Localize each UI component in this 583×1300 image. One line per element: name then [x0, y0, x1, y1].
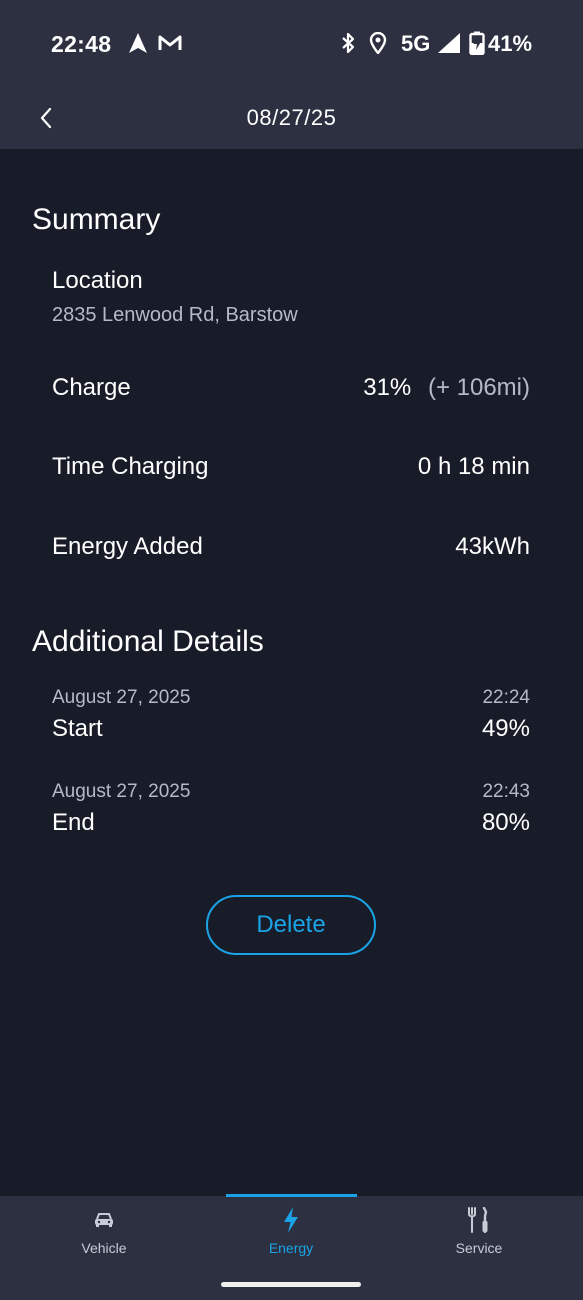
charge-label: Charge — [52, 374, 131, 401]
page-title: 08/27/25 — [246, 105, 337, 130]
bluetooth-icon — [335, 30, 361, 56]
signal-icon — [436, 30, 462, 56]
car-icon — [7, 1206, 201, 1234]
end-label: End — [52, 809, 95, 836]
end-date: August 27, 2025 — [52, 781, 191, 802]
battery-charging-icon — [464, 30, 490, 56]
home-indicator[interactable] — [221, 1282, 361, 1287]
energy-added-value: 43kWh — [455, 533, 530, 560]
network-type: 5G — [401, 31, 431, 56]
nav-energy[interactable]: Energy — [194, 1196, 388, 1286]
nav-vehicle-label: Vehicle — [81, 1240, 127, 1256]
energy-added-label: Energy Added — [52, 533, 203, 560]
gmail-icon — [157, 30, 183, 56]
start-value: 49% — [481, 715, 530, 742]
time-charging-value: 0 h 18 min — [417, 453, 530, 480]
charge-range: (+ 106mi) — [427, 374, 530, 401]
bottom-nav: Vehicle Energy Service — [0, 1194, 583, 1300]
nav-energy-label: Energy — [268, 1240, 314, 1256]
end-time: 22:43 — [482, 781, 530, 802]
battery-percent: 41% — [488, 31, 533, 56]
time-charging-label: Time Charging — [52, 453, 209, 480]
start-time: 22:24 — [482, 687, 530, 708]
start-date: August 27, 2025 — [52, 687, 191, 708]
location-label: Location — [52, 267, 143, 294]
delete-button[interactable]: Delete — [206, 895, 376, 955]
location-icon — [365, 30, 391, 56]
tools-icon — [382, 1206, 576, 1234]
charge-value: 31% — [363, 374, 412, 401]
nav-service[interactable]: Service — [382, 1196, 576, 1286]
end-value: 80% — [481, 809, 530, 836]
nav-service-label: Service — [455, 1240, 503, 1256]
summary-heading: Summary — [32, 203, 161, 236]
charge-value-group: 31% (+ 106mi) — [363, 374, 530, 402]
additional-details-heading: Additional Details — [32, 625, 264, 658]
nav-vehicle[interactable]: Vehicle — [7, 1196, 201, 1286]
status-time: 22:48 — [51, 31, 112, 57]
app-header: 08/27/25 — [0, 88, 583, 149]
lightning-icon — [194, 1206, 388, 1234]
navigation-icon — [125, 30, 151, 56]
location-value: 2835 Lenwood Rd, Barstow — [52, 304, 298, 326]
start-label: Start — [52, 715, 103, 742]
status-bar: 22:48 5G 41% — [0, 0, 583, 88]
